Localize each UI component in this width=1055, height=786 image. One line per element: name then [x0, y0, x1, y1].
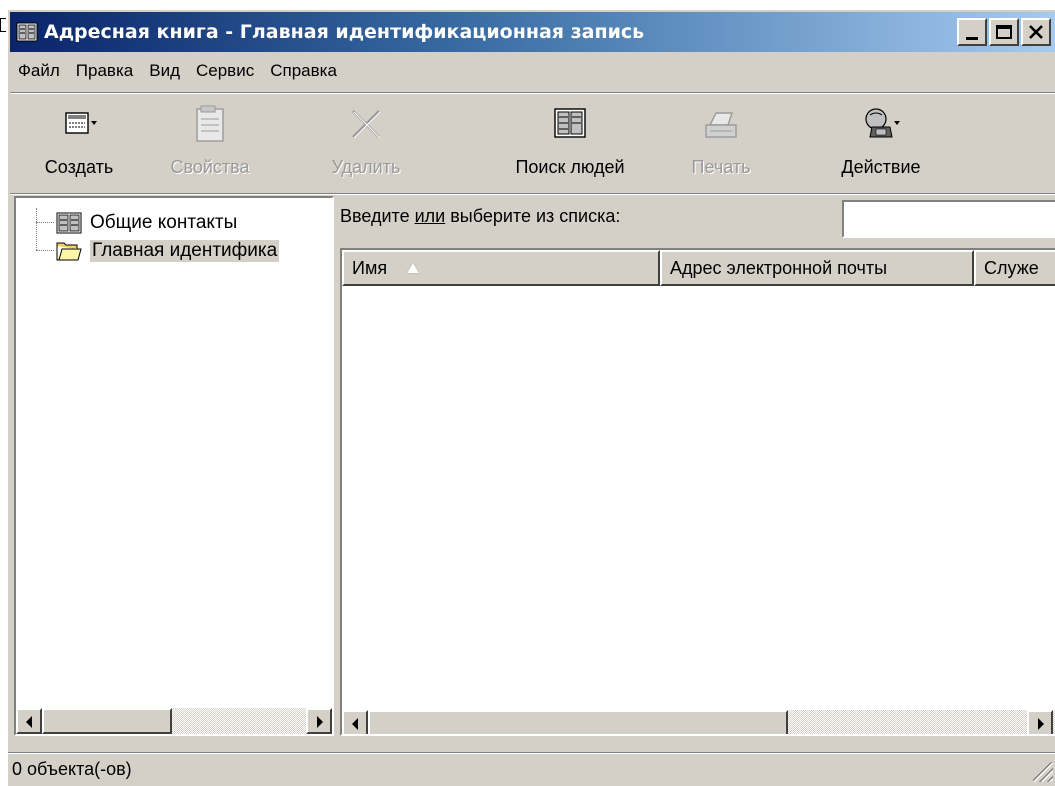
search-label-part: выберите из списка:: [445, 206, 621, 226]
menu-file[interactable]: Файл: [10, 61, 68, 81]
action-phone-icon: [860, 103, 902, 145]
scroll-thumb[interactable]: [368, 710, 788, 734]
search-label-part: Введите: [340, 206, 415, 226]
column-header-label: Адрес электронной почты: [670, 257, 888, 278]
action-button[interactable]: Действие: [816, 99, 946, 189]
tree-item-main-identity[interactable]: Главная идентифика: [56, 236, 280, 266]
arrow-right-icon: [317, 716, 323, 728]
column-header-email[interactable]: Адрес электронной почты: [660, 250, 974, 286]
scroll-left-button[interactable]: [16, 708, 42, 734]
address-book-icon: [56, 212, 82, 234]
column-header-business[interactable]: Служе: [974, 250, 1055, 286]
menu-edit[interactable]: Правка: [68, 61, 141, 81]
new-button[interactable]: Создать: [24, 99, 134, 189]
scroll-thumb[interactable]: [42, 708, 172, 734]
scroll-right-button[interactable]: [306, 708, 332, 734]
tree-item-label: Общие контакты: [90, 212, 238, 233]
delete-button[interactable]: Удалить: [296, 99, 436, 189]
column-header-name[interactable]: Имя: [342, 250, 660, 286]
toolbar: Создать Свойства Удалить Поиск людей Печ…: [10, 92, 1055, 194]
folder-icon: [56, 240, 82, 262]
print-button[interactable]: Печать: [666, 99, 776, 189]
list-horizontal-scrollbar[interactable]: [342, 710, 1055, 734]
maximize-button[interactable]: [989, 18, 1019, 46]
window-controls: [957, 18, 1051, 46]
arrow-right-icon: [1038, 718, 1044, 730]
find-people-button-label: Поиск людей: [515, 157, 625, 177]
print-icon: [700, 103, 742, 145]
address-book-icon: [16, 21, 38, 43]
menu-view[interactable]: Вид: [141, 61, 188, 81]
search-label-accelerator: или: [414, 206, 446, 226]
status-text: 0 объекта(-ов): [12, 759, 132, 779]
properties-button-label: Свойства: [170, 157, 250, 177]
properties-icon: [189, 103, 231, 145]
tree-item-shared-contacts[interactable]: Общие контакты: [56, 208, 237, 238]
title-bar[interactable]: Адресная книга - Главная идентификационн…: [10, 12, 1055, 52]
maximize-icon: [996, 25, 1012, 39]
folder-tree[interactable]: Общие контакты Главная идентифика: [14, 196, 334, 736]
contacts-list[interactable]: Имя Адрес электронной почты Служе: [340, 248, 1055, 736]
column-header-label: Служе: [984, 257, 1039, 278]
scroll-left-button[interactable]: [342, 710, 368, 734]
new-contact-icon: [58, 103, 100, 145]
print-button-label: Печать: [691, 157, 751, 177]
tree-connector: [36, 208, 37, 250]
minimize-icon: [966, 36, 978, 40]
find-people-button[interactable]: Поиск людей: [490, 99, 650, 189]
tree-connector: [36, 250, 54, 251]
column-header-label: Имя: [352, 257, 388, 278]
window-title: Адресная книга - Главная идентификационн…: [44, 21, 645, 43]
close-button[interactable]: [1021, 18, 1051, 46]
properties-button[interactable]: Свойства: [140, 99, 280, 189]
search-label: Введите или выберите из списка:: [340, 206, 620, 227]
search-input[interactable]: [842, 200, 1055, 238]
minimize-button[interactable]: [957, 18, 987, 46]
find-people-icon: [549, 103, 591, 145]
sort-ascending-icon: [407, 263, 420, 273]
resize-grip-icon[interactable]: [1033, 762, 1053, 782]
menu-tools[interactable]: Сервис: [188, 61, 262, 81]
tree-item-label: Главная идентифика: [90, 240, 280, 262]
menu-bar: Файл Правка Вид Сервис Справка: [10, 54, 345, 88]
arrow-left-icon: [352, 718, 358, 730]
new-button-label: Создать: [44, 157, 114, 177]
action-button-label: Действие: [841, 157, 921, 177]
close-icon: [1029, 25, 1043, 39]
status-bar: 0 объекта(-ов): [8, 752, 1055, 786]
menu-help[interactable]: Справка: [262, 61, 345, 81]
tree-horizontal-scrollbar[interactable]: [16, 708, 332, 734]
delete-icon: [345, 103, 387, 145]
tree-connector: [36, 222, 54, 223]
arrow-left-icon: [26, 716, 32, 728]
scroll-right-button[interactable]: [1027, 710, 1053, 734]
delete-button-label: Удалить: [331, 157, 401, 177]
